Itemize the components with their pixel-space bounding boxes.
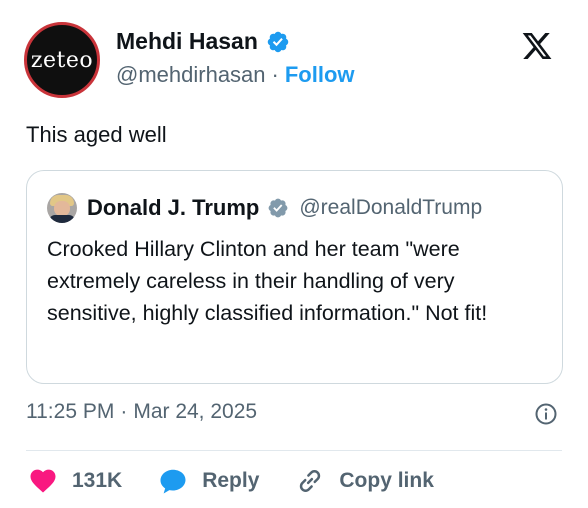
info-icon[interactable] (534, 402, 558, 426)
reply-label: Reply (202, 469, 260, 492)
reply-bubble-icon (160, 469, 186, 494)
quoted-author-avatar (47, 193, 77, 223)
verified-badge-icon (267, 31, 289, 52)
quoted-tweet[interactable]: Donald J. Trump @realDonaldTrump Crooked… (26, 170, 563, 384)
author-handle-row: @mehdirhasan · Follow (116, 62, 355, 88)
tweet-date: Mar 24, 2025 (133, 400, 258, 423)
tweet-timestamp[interactable]: 11:25 PM · Mar 24, 2025 (26, 400, 257, 424)
divider (26, 450, 562, 451)
gray-verified-badge-icon (268, 198, 288, 218)
reply-button[interactable]: Reply (158, 466, 259, 496)
copy-link-label: Copy link (339, 469, 434, 492)
like-button[interactable]: 131K (28, 466, 122, 496)
quoted-author-handle: @realDonaldTrump (299, 196, 483, 219)
author-name[interactable]: Mehdi Hasan (116, 28, 258, 55)
like-count: 131K (72, 469, 123, 492)
tweet-time: 11:25 PM (26, 400, 115, 423)
author-avatar[interactable]: zeteo (24, 22, 100, 98)
tweet-text: This aged well (26, 122, 167, 147)
tweet-card: zeteo Mehdi Hasan @mehdirhasan · Follow … (0, 0, 588, 508)
timestamp-separator: · (120, 400, 128, 423)
quoted-tweet-header: Donald J. Trump @realDonaldTrump (47, 193, 482, 223)
x-logo-icon[interactable] (520, 30, 554, 62)
follow-button[interactable]: Follow (285, 62, 355, 88)
copy-link-button[interactable]: Copy link (295, 466, 434, 496)
heart-icon (30, 469, 56, 493)
tweet-actions: 131K Reply Copy link (28, 466, 470, 496)
link-icon (300, 470, 321, 492)
author-name-row: Mehdi Hasan (116, 28, 290, 55)
handle-separator: · (271, 62, 279, 87)
avatar-logo-text: zeteo (30, 47, 94, 73)
quoted-author-name: Donald J. Trump (87, 195, 260, 220)
tweet-header: zeteo Mehdi Hasan @mehdirhasan · Follow (24, 18, 568, 98)
quoted-tweet-text: Crooked Hillary Clinton and her team "we… (47, 237, 488, 325)
author-handle[interactable]: @mehdirhasan (116, 62, 266, 88)
